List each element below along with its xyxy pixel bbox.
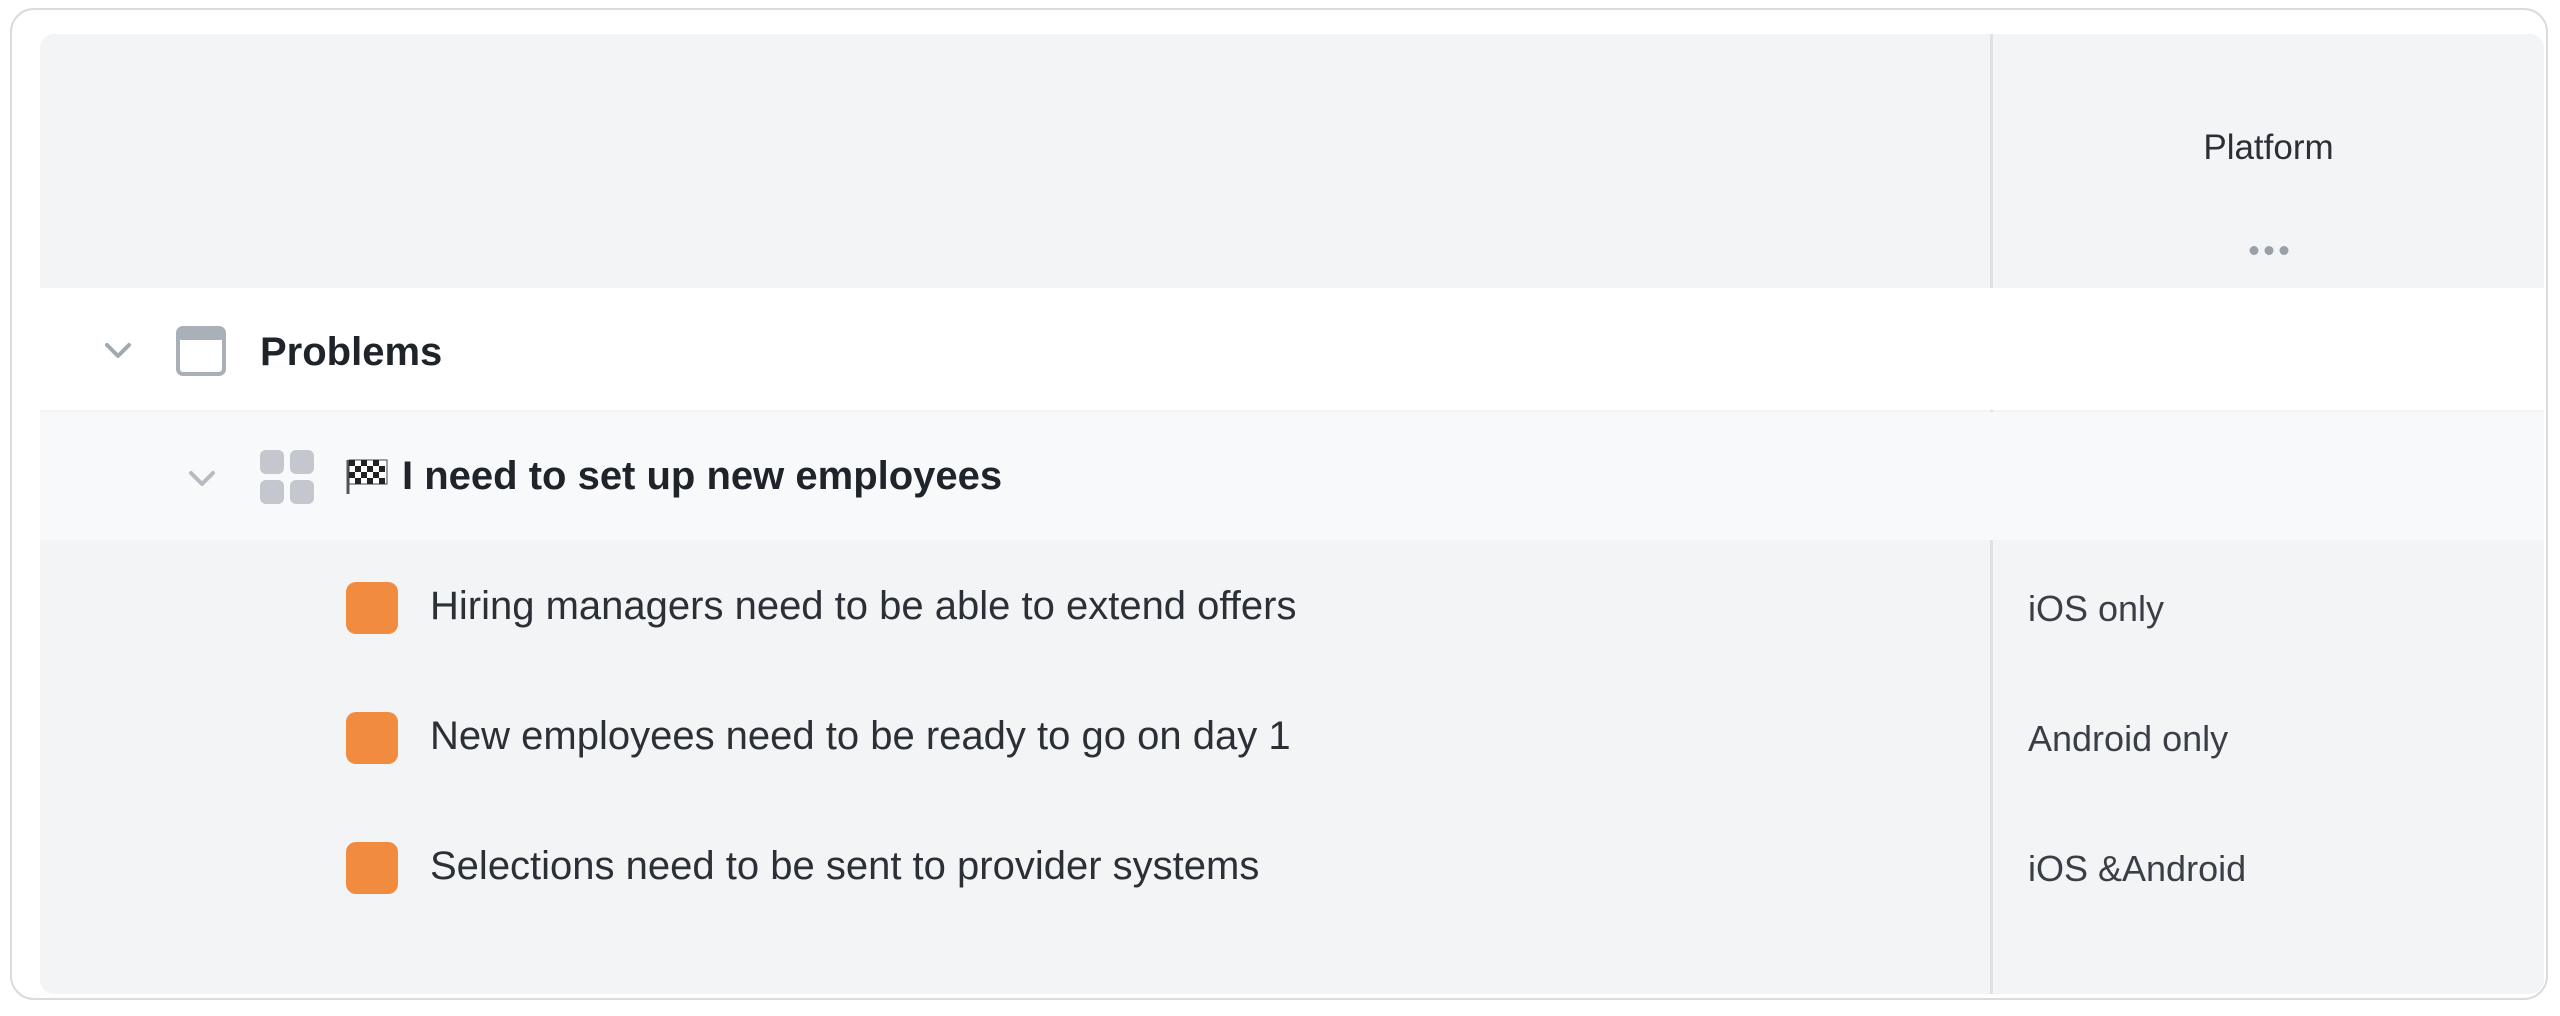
platform-column-header[interactable]: Platform: [1993, 34, 2544, 288]
grid-icon: [260, 450, 314, 504]
list-item[interactable]: Hiring managers need to be able to exten…: [40, 540, 2544, 670]
chevron-down-icon[interactable]: [98, 330, 138, 370]
list-item[interactable]: Selections need to be sent to provider s…: [40, 800, 2544, 930]
group-label: Problems: [260, 330, 443, 374]
list-item[interactable]: New employees need to be ready to go on …: [40, 670, 2544, 800]
platform-cell[interactable]: iOS only: [2028, 588, 2164, 630]
platform-cell[interactable]: iOS &Android: [2028, 848, 2246, 890]
group-row-problems[interactable]: Problems: [40, 288, 2544, 410]
checkered-flag-icon: [344, 456, 388, 496]
platform-cell[interactable]: Android only: [2028, 718, 2228, 760]
item-label: New employees need to be ready to go on …: [430, 714, 1291, 758]
subgroup-label: I need to set up new employees: [402, 454, 1003, 498]
chevron-down-icon[interactable]: [182, 458, 222, 498]
item-color-square: [346, 842, 398, 894]
item-label: Selections need to be sent to provider s…: [430, 844, 1260, 888]
column-title: Platform: [2203, 128, 2334, 167]
item-color-square: [346, 582, 398, 634]
table-frame: Platform Problems I need to set up new e…: [10, 8, 2548, 1000]
item-color-square: [346, 712, 398, 764]
item-label: Hiring managers need to be able to exten…: [430, 584, 1297, 628]
more-horizontal-icon[interactable]: [2249, 246, 2288, 255]
window-icon: [176, 326, 226, 376]
subgroup-row[interactable]: I need to set up new employees: [40, 412, 2544, 540]
table-panel: Platform Problems I need to set up new e…: [40, 34, 2544, 994]
